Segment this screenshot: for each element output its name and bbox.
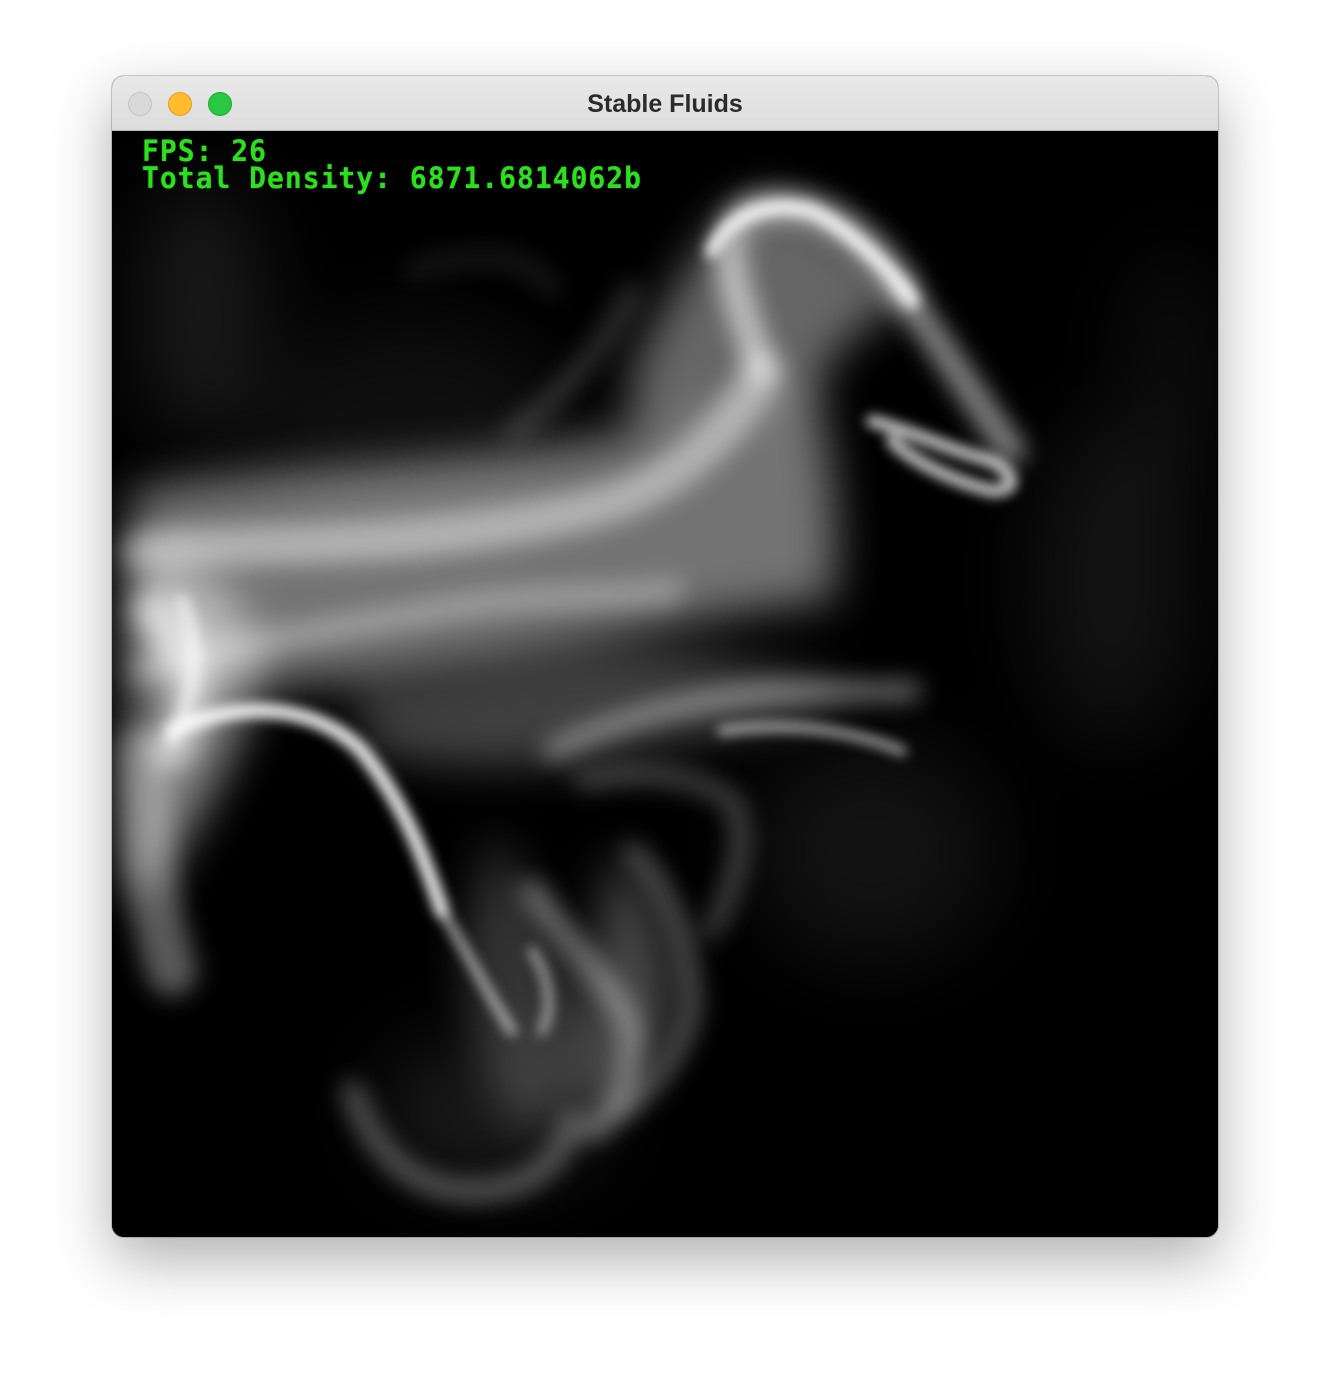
app-window: Stable Fluids FPS: 26 Total Density: 687… xyxy=(112,76,1218,1237)
smoke-density-field xyxy=(117,181,1212,1202)
simulation-canvas[interactable]: FPS: 26 Total Density: 6871.6814062b xyxy=(112,131,1218,1237)
window-title: Stable Fluids xyxy=(587,90,743,118)
title-bar[interactable]: Stable Fluids xyxy=(112,76,1218,131)
total-density-readout: Total Density: 6871.6814062b xyxy=(142,160,643,196)
